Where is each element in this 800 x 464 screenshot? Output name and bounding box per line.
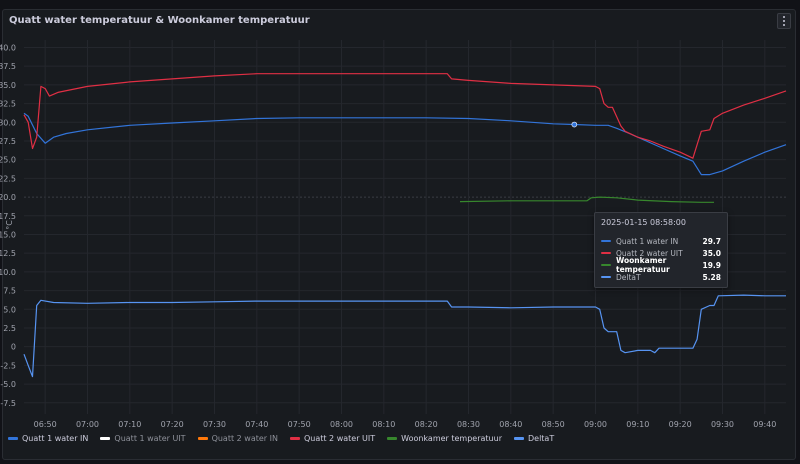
tooltip-value: 29.7 <box>702 236 721 246</box>
y-tick-label: -5.0 <box>0 380 16 389</box>
y-tick-label: 12.5 <box>0 249 16 258</box>
legend-item[interactable]: DeltaT <box>513 434 555 443</box>
x-axis-ticks: 06:50 07:00 07:10 07:20 07:30 07:40 07:50 08:00… <box>34 420 777 429</box>
legend-label: DeltaT <box>527 434 555 443</box>
x-tick-label: 09:00 <box>584 420 607 429</box>
tooltip-row: Quatt 1 water IN 29.7 <box>601 235 721 247</box>
tooltip-series-name: DeltaT <box>616 272 641 282</box>
legend-swatch <box>513 437 524 440</box>
x-tick-label: 08:20 <box>415 420 438 429</box>
x-tick-label: 08:40 <box>499 420 522 429</box>
y-tick-label: 35.0 <box>0 81 16 90</box>
x-tick-label: 07:40 <box>245 420 268 429</box>
x-tick-label: 08:30 <box>457 420 480 429</box>
y-tick-label: 10.0 <box>0 268 16 277</box>
legend-swatch <box>100 437 111 440</box>
x-tick-label: 08:10 <box>372 420 395 429</box>
y-tick-label: 0 <box>11 343 16 352</box>
legend-label: Quatt 1 water UIT <box>114 434 186 443</box>
y-tick-label: 22.5 <box>0 174 16 183</box>
tooltip-value: 5.28 <box>702 272 721 282</box>
hover-marker <box>571 121 578 128</box>
tooltip-swatch <box>601 264 611 266</box>
x-tick-label: 07:00 <box>76 420 99 429</box>
y-tick-label: 40.0 <box>0 43 16 52</box>
y-tick-label: 7.5 <box>3 287 16 296</box>
hover-point <box>571 121 578 128</box>
tooltip-swatch <box>601 252 611 254</box>
x-tick-label: 07:10 <box>118 420 141 429</box>
x-tick-label: 06:50 <box>34 420 57 429</box>
y-tick-label: 5.0 <box>3 305 16 314</box>
y-tick-label: -2.5 <box>0 361 16 370</box>
y-tick-label: 37.5 <box>0 62 16 71</box>
x-tick-label: 09:40 <box>753 420 776 429</box>
x-tick-label: 08:00 <box>330 420 353 429</box>
series-line-3 <box>23 73 787 159</box>
legend: Quatt 1 water IN Quatt 1 water UIT Quatt 2… <box>8 434 554 443</box>
y-tick-label: 25.0 <box>0 156 16 165</box>
legend-item[interactable]: Quatt 2 water IN <box>197 434 278 443</box>
legend-swatch <box>289 437 300 440</box>
tooltip-time: 2025-01-15 08:58:00 <box>601 218 686 227</box>
legend-item[interactable]: Woonkamer temperatuur <box>387 434 502 443</box>
series-line-4 <box>459 196 714 203</box>
y-tick-label: 17.5 <box>0 212 16 221</box>
tooltip-row: DeltaT 5.28 <box>601 271 721 283</box>
y-tick-label: 15.0 <box>0 230 16 239</box>
tooltip-swatch <box>601 276 611 278</box>
y-tick-label: 32.5 <box>0 100 16 109</box>
legend-label: Quatt 2 water UIT <box>303 434 376 443</box>
tooltip-row: Woonkamer temperatuur 19.9 <box>601 256 721 274</box>
y-tick-label: -7.5 <box>0 399 16 408</box>
series-line-5 <box>23 294 786 378</box>
x-tick-label: 09:30 <box>711 420 734 429</box>
legend-swatch <box>197 437 208 440</box>
tooltip-series-name: Quatt 1 water IN <box>616 236 679 246</box>
legend-swatch <box>387 437 398 440</box>
x-tick-label: 07:50 <box>288 420 311 429</box>
legend-label: Quatt 1 water IN <box>22 434 89 443</box>
legend-item[interactable]: Quatt 1 water IN <box>8 434 88 443</box>
y-tick-label: 27.5 <box>0 137 16 146</box>
tooltip-value: 35.0 <box>702 248 721 258</box>
tooltip-series-name: Woonkamer temperatuur <box>616 256 670 274</box>
tooltip-swatch <box>601 240 611 242</box>
hover-tooltip: 2025-01-15 08:58:00 Quatt 1 water IN 29.7… <box>594 212 728 288</box>
legend-label: Woonkamer temperatuur <box>401 434 502 443</box>
y-tick-label: 30.0 <box>0 118 16 127</box>
x-tick-label: 08:50 <box>542 420 565 429</box>
legend-item[interactable]: Quatt 2 water UIT <box>289 434 376 443</box>
legend-swatch <box>8 437 18 440</box>
tooltip-value: 19.9 <box>702 260 721 270</box>
x-tick-label: 09:10 <box>626 420 649 429</box>
x-tick-label: 07:30 <box>203 420 226 429</box>
y-tick-label: 20.0 <box>0 193 16 202</box>
y-tick-label: 2.5 <box>3 324 16 333</box>
y-axis-label: °C <box>5 220 14 230</box>
x-tick-label: 09:20 <box>669 420 692 429</box>
legend-label: Quatt 2 water IN <box>211 434 278 443</box>
legend-item[interactable]: Quatt 1 water UIT <box>100 434 186 443</box>
x-tick-label: 07:20 <box>161 420 184 429</box>
